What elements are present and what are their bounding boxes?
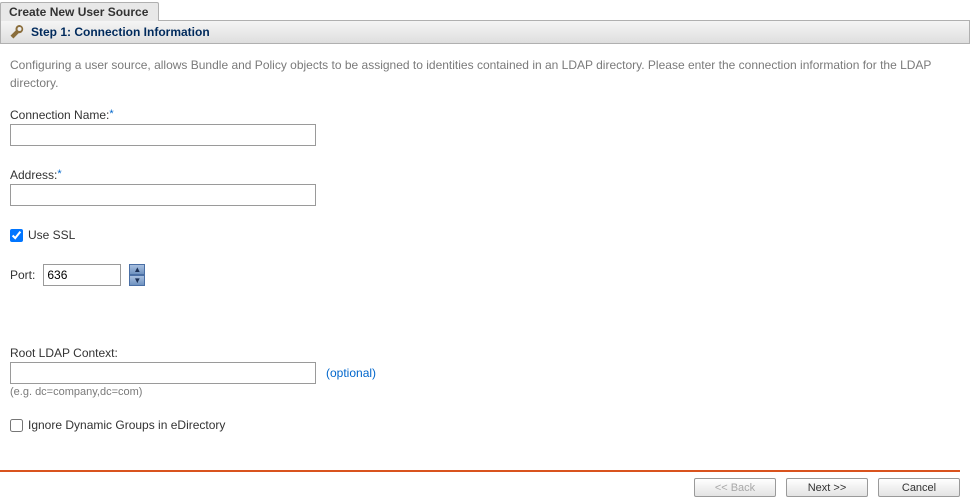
cancel-button[interactable]: Cancel <box>878 478 960 497</box>
optional-text: (optional) <box>326 366 376 380</box>
use-ssl-checkbox[interactable] <box>10 229 23 242</box>
connection-name-input[interactable] <box>10 124 316 146</box>
root-context-hint: (e.g. dc=company,dc=com) <box>10 386 960 398</box>
tab-bar: Create New User Source <box>0 0 970 21</box>
connection-name-group: Connection Name:* <box>10 108 960 146</box>
port-group: Port: ▲ ▼ <box>10 264 960 286</box>
port-spinner: ▲ ▼ <box>129 264 145 286</box>
port-spinner-up[interactable]: ▲ <box>129 264 145 275</box>
back-button: << Back <box>694 478 776 497</box>
use-ssl-label: Use SSL <box>28 228 75 242</box>
step-header: Step 1: Connection Information <box>0 21 970 44</box>
ignore-dynamic-checkbox[interactable] <box>10 419 23 432</box>
address-input[interactable] <box>10 184 316 206</box>
wizard-buttons: << Back Next >> Cancel <box>0 478 970 503</box>
required-mark: * <box>109 108 113 120</box>
port-label: Port: <box>10 268 35 282</box>
tab-title: Create New User Source <box>9 5 148 19</box>
root-context-label: Root LDAP Context: <box>10 346 960 360</box>
ignore-dynamic-label: Ignore Dynamic Groups in eDirectory <box>28 418 225 432</box>
next-button[interactable]: Next >> <box>786 478 868 497</box>
required-mark: * <box>57 168 61 180</box>
connection-name-label: Connection Name:* <box>10 108 960 122</box>
tab-create-user-source[interactable]: Create New User Source <box>0 2 159 21</box>
port-input[interactable] <box>43 264 121 286</box>
ignore-dynamic-group: Ignore Dynamic Groups in eDirectory <box>10 418 960 432</box>
intro-text: Configuring a user source, allows Bundle… <box>10 56 960 92</box>
form-content: Configuring a user source, allows Bundle… <box>0 44 970 468</box>
use-ssl-group: Use SSL <box>10 228 960 242</box>
step-title: Step 1: Connection Information <box>31 25 210 39</box>
wrench-icon <box>9 24 25 40</box>
divider <box>0 470 960 472</box>
address-group: Address:* <box>10 168 960 206</box>
root-context-input[interactable] <box>10 362 316 384</box>
address-label: Address:* <box>10 168 960 182</box>
root-context-group: Root LDAP Context: (optional) (e.g. dc=c… <box>10 346 960 398</box>
port-spinner-down[interactable]: ▼ <box>129 275 145 286</box>
